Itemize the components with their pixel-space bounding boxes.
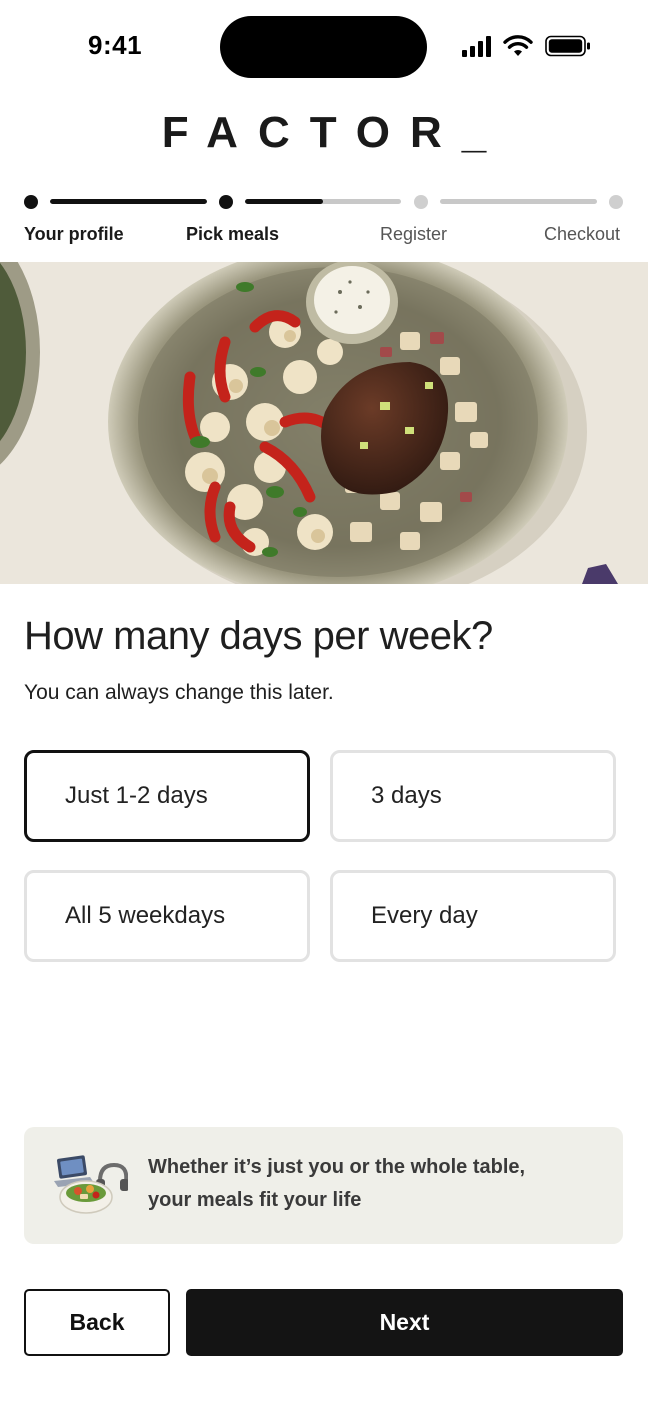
- wifi-icon: [503, 35, 533, 56]
- meal-plate-illustration: [0, 262, 648, 584]
- step-dot-your-profile: [24, 195, 38, 209]
- option-just-1-2-days[interactable]: Just 1-2 days: [24, 750, 310, 842]
- step-dot-register: [414, 195, 428, 209]
- option-all-5-weekdays[interactable]: All 5 weekdays: [24, 870, 310, 962]
- step-dot-pick-meals: [219, 195, 233, 209]
- battery-icon: [545, 35, 590, 57]
- step-dot-checkout: [609, 195, 623, 209]
- option-3-days[interactable]: 3 days: [330, 750, 616, 842]
- page-subtitle: You can always change this later.: [24, 681, 334, 704]
- step-label-checkout: Checkout: [544, 224, 621, 244]
- next-button[interactable]: Next: [186, 1289, 623, 1356]
- dynamic-island: [220, 16, 427, 78]
- brand-logo: FACTOR_: [161, 108, 507, 157]
- step-label-your-profile[interactable]: Your profile: [24, 224, 124, 245]
- step-bar-fill: [245, 199, 323, 204]
- step-label-pick-meals[interactable]: Pick meals: [186, 224, 279, 245]
- laptop-bowl-headphones-icon: [54, 1155, 128, 1214]
- signal-icon: [462, 35, 491, 57]
- status-bar: 9:41: [0, 0, 648, 94]
- progress-stepper: [24, 194, 624, 210]
- step-labels: Your profile Pick meals Register Checkou…: [24, 224, 624, 248]
- promo-banner: Whether it’s just you or the whole table…: [24, 1127, 623, 1244]
- promo-text-line-2: your meals fit your life: [148, 1189, 362, 1211]
- step-label-register: Register: [380, 224, 448, 244]
- step-bar-fill: [50, 199, 207, 204]
- step-bar-your-profile: [50, 199, 207, 204]
- step-bar-register: [440, 199, 597, 204]
- status-icons: [462, 34, 591, 58]
- page-title: How many days per week?: [24, 614, 493, 658]
- status-time: 9:41: [88, 30, 143, 60]
- back-button[interactable]: Back: [24, 1289, 170, 1356]
- step-bar-pick-meals: [245, 199, 401, 204]
- option-every-day[interactable]: Every day: [330, 870, 616, 962]
- promo-text-line-1: Whether it’s just you or the whole table…: [148, 1156, 526, 1178]
- promo-text: Whether it’s just you or the whole table…: [148, 1151, 588, 1217]
- hero-meal-image: [0, 262, 648, 584]
